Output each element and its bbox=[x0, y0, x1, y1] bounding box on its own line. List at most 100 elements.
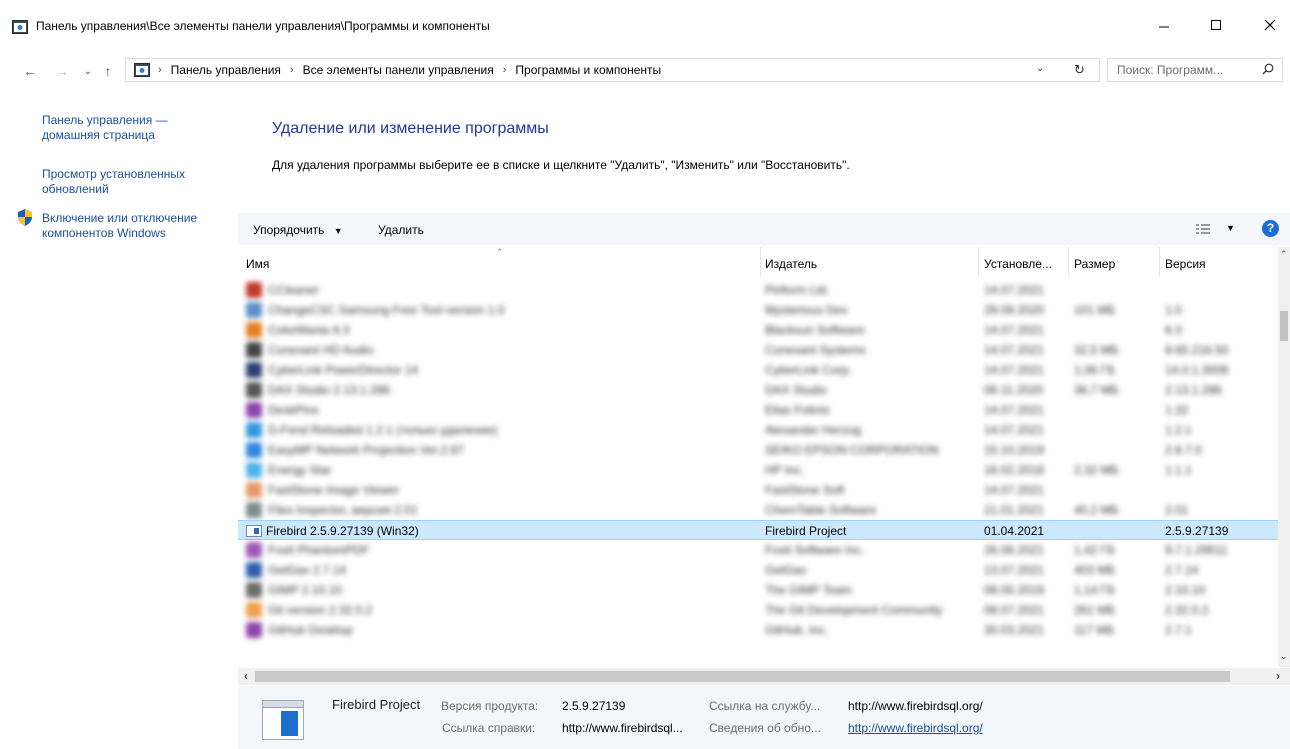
search-input[interactable]: Поиск: Программ... bbox=[1107, 58, 1283, 82]
breadcrumb-control-panel[interactable]: Панель управления bbox=[171, 63, 281, 77]
back-button[interactable]: ← bbox=[20, 61, 40, 81]
cell-name: Firebird 2.5.9.27139 (Win32) bbox=[266, 524, 419, 538]
scroll-left-icon[interactable]: ‹ bbox=[244, 669, 248, 683]
scrollbar-thumb[interactable] bbox=[255, 671, 1230, 682]
horizontal-scrollbar[interactable]: ‹ › bbox=[238, 668, 1290, 685]
refresh-icon[interactable]: ↻ bbox=[1074, 62, 1085, 78]
cell-date: 14.07.2021 bbox=[984, 403, 1045, 417]
view-dropdown-icon[interactable]: ▼ bbox=[1226, 223, 1235, 233]
cell-date: 30.03.2021 bbox=[984, 623, 1045, 637]
chevron-down-icon: ⌄ bbox=[83, 65, 93, 77]
cell-name: Files Inspector, версия 2.01 bbox=[268, 503, 418, 517]
forward-button[interactable]: → bbox=[52, 61, 72, 81]
vertical-scrollbar[interactable]: ⌃ ⌄ bbox=[1278, 247, 1290, 667]
table-row[interactable]: Foxit PhantomPDF Foxit Software Inc. 26.06… bbox=[238, 540, 1278, 560]
cell-size: 403 МБ bbox=[1074, 563, 1116, 577]
column-header-name[interactable]: Имя bbox=[246, 257, 269, 271]
windows-features-link[interactable]: Включение или отключение компонентов Win… bbox=[42, 211, 227, 241]
cell-publisher: Foxit Software Inc. bbox=[765, 543, 865, 557]
program-icon bbox=[246, 622, 262, 638]
details-help-link-label: Ссылка справки: bbox=[442, 721, 536, 735]
table-row[interactable]: DeskPins Elias Fotinis 14.07.2021 1.32 bbox=[238, 400, 1278, 420]
table-row[interactable]: ChangeCSC Samsung Free Tool version 1.0 M… bbox=[238, 300, 1278, 320]
cell-version: 1.32 bbox=[1165, 403, 1189, 417]
cell-version: 2.32.0.2 bbox=[1165, 603, 1209, 617]
minimize-button[interactable] bbox=[1141, 10, 1187, 42]
program-list[interactable]: CCleaner Piriform Ltd. 14.07.2021 ChangeCSC… bbox=[238, 277, 1278, 667]
up-button[interactable]: ↑ bbox=[98, 61, 118, 81]
close-button[interactable] bbox=[1247, 10, 1290, 42]
table-row[interactable]: Energy Star HP Inc. 16.02.2018 2,32 МБ 1.1.1 bbox=[238, 460, 1278, 480]
cell-version: 2.7.1 bbox=[1165, 623, 1192, 637]
close-icon bbox=[1264, 19, 1276, 34]
table-row[interactable]: GetGav 2.7.14 GetGav 13.07.2021 403 МБ 2.7.1… bbox=[238, 560, 1278, 580]
cell-version: 6.3 bbox=[1165, 323, 1182, 337]
cell-publisher: Alexander Herzog bbox=[765, 423, 862, 437]
organize-button[interactable]: Упорядочить ▼ bbox=[253, 223, 343, 237]
view-installed-updates-link[interactable]: Просмотр установленных обновлений bbox=[42, 167, 227, 197]
program-icon bbox=[246, 442, 262, 458]
table-row[interactable]: GIMP 2.10.10 The GIMP Team 08.05.2019 1,14 … bbox=[238, 580, 1278, 600]
chevron-right-icon: › bbox=[289, 64, 294, 76]
table-row[interactable]: Files Inspector, версия 2.01 ChemTable So… bbox=[238, 500, 1278, 520]
column-header-installed[interactable]: Установле... bbox=[984, 257, 1052, 271]
page-description: Для удаления программы выберите ее в спи… bbox=[272, 158, 850, 172]
table-row[interactable]: EasyMP Network Projection Ver.2.87 SEIKO … bbox=[238, 440, 1278, 460]
cell-version: 2.5.9.27139 bbox=[1165, 524, 1229, 538]
chevron-right-icon: › bbox=[502, 64, 507, 76]
column-divider[interactable] bbox=[1068, 247, 1069, 277]
arrow-up-icon: ↑ bbox=[104, 63, 112, 79]
cell-publisher: The GIMP Team bbox=[765, 583, 852, 597]
program-icon bbox=[246, 402, 262, 418]
uninstall-button[interactable]: Удалить bbox=[378, 223, 424, 237]
shield-icon bbox=[17, 209, 33, 229]
cell-version: 2.13.1.286 bbox=[1165, 383, 1222, 397]
cell-version: 14.0.1.3008 bbox=[1165, 363, 1229, 377]
table-row[interactable]: CCleaner Piriform Ltd. 14.07.2021 bbox=[238, 280, 1278, 300]
table-row-selected[interactable]: Firebird 2.5.9.27139 (Win32) Firebird Pro… bbox=[238, 520, 1278, 540]
breadcrumb-programs[interactable]: Программы и компоненты bbox=[515, 63, 661, 77]
cell-name: GetGav 2.7.14 bbox=[268, 563, 347, 577]
table-row[interactable]: FastStone Image Viewer FastStone Soft 14.0… bbox=[238, 480, 1278, 500]
column-divider[interactable] bbox=[760, 247, 761, 277]
details-support-link-label: Ссылка на службу... bbox=[709, 699, 821, 713]
column-header-publisher[interactable]: Издатель bbox=[765, 257, 817, 271]
program-icon bbox=[246, 322, 262, 338]
cell-name: Energy Star bbox=[268, 463, 332, 477]
cell-size: 261 МБ bbox=[1074, 603, 1116, 617]
table-row[interactable]: D-Fend Reloaded 1.2.1 (только удаление) A… bbox=[238, 420, 1278, 440]
column-divider[interactable] bbox=[1159, 247, 1160, 277]
link-line: Просмотр установленных bbox=[42, 167, 185, 181]
table-row[interactable]: ColorMania 6.3 Blacksun Software 14.07.202… bbox=[238, 320, 1278, 340]
column-header-size[interactable]: Размер bbox=[1074, 257, 1115, 271]
column-header-version[interactable]: Версия bbox=[1165, 257, 1206, 271]
scroll-up-icon[interactable]: ⌃ bbox=[1280, 249, 1288, 260]
view-options-icon[interactable] bbox=[1196, 223, 1210, 238]
table-row[interactable]: Conexant HD Audio Conexant Systems 14.07.2… bbox=[238, 340, 1278, 360]
address-dropdown-icon[interactable]: ⌄ bbox=[1036, 63, 1044, 74]
breadcrumb-all-items[interactable]: Все элементы панели управления bbox=[303, 63, 494, 77]
scroll-right-icon[interactable]: › bbox=[1276, 669, 1280, 683]
cell-name: ChangeCSC Samsung Free Tool version 1.0 bbox=[268, 303, 505, 317]
scrollbar-thumb[interactable] bbox=[1280, 311, 1288, 341]
help-icon[interactable]: ? bbox=[1262, 220, 1279, 237]
scroll-down-icon[interactable]: ⌄ bbox=[1280, 651, 1288, 662]
details-update-info-link[interactable]: http://www.firebirdsql.org/ bbox=[848, 721, 983, 735]
table-row[interactable]: Git version 2.32.0.2 The Git Development … bbox=[238, 600, 1278, 620]
cell-publisher: Mysterious Dev bbox=[765, 303, 848, 317]
address-bar[interactable]: › Панель управления › Все элементы панел… bbox=[125, 58, 1100, 82]
program-icon bbox=[246, 462, 262, 478]
arrow-right-icon: → bbox=[55, 63, 69, 79]
title-bar: Панель управления\Все элементы панели уп… bbox=[0, 0, 1290, 58]
details-help-link-value: http://www.firebirdsql... bbox=[562, 721, 683, 735]
program-icon bbox=[246, 282, 262, 298]
table-row[interactable]: GitHub Desktop GitHub, Inc. 30.03.2021 117 … bbox=[238, 620, 1278, 640]
program-icon bbox=[246, 525, 262, 537]
table-row[interactable]: CyberLink PowerDirector 14 CyberLink Corp… bbox=[238, 360, 1278, 380]
program-icon bbox=[246, 562, 262, 578]
column-divider[interactable] bbox=[978, 247, 979, 277]
table-row[interactable]: DAX Studio 2.13.1.286 DAX Studio 06.11.202… bbox=[238, 380, 1278, 400]
maximize-button[interactable] bbox=[1193, 10, 1239, 42]
control-panel-home-link[interactable]: Панель управления — домашняя страница bbox=[42, 113, 227, 143]
recent-locations-button[interactable]: ⌄ bbox=[78, 61, 98, 81]
